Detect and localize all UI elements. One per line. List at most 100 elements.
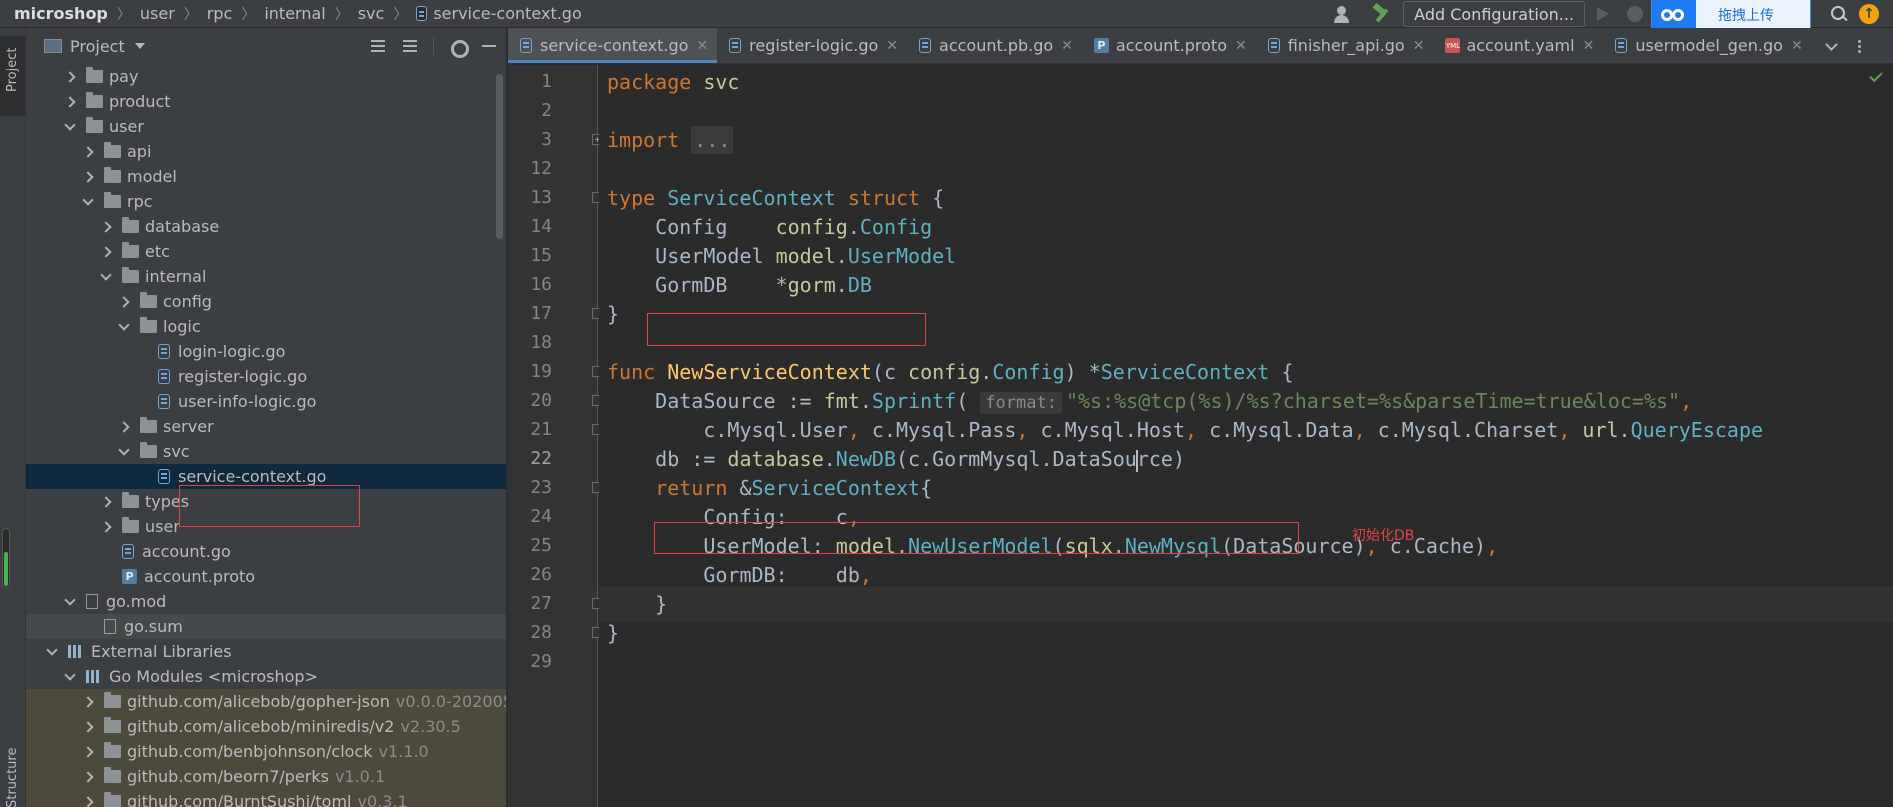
line-number[interactable]: 3 <box>508 129 552 150</box>
breadcrumb-item-file[interactable]: service-context.go <box>416 4 582 23</box>
tab[interactable]: account.pb.go ✕ <box>907 28 1082 63</box>
chevron-down-icon[interactable] <box>1825 37 1838 51</box>
chevron-right-icon[interactable] <box>100 496 112 508</box>
tree-item[interactable]: go.sum <box>26 614 506 639</box>
tree-item[interactable]: server <box>26 414 506 439</box>
tree-item[interactable]: rpc <box>26 189 506 214</box>
tab[interactable]: usermodel_gen.go ✕ <box>1603 28 1811 63</box>
line-number[interactable]: 22 <box>508 448 552 469</box>
hide-panel-icon[interactable] <box>480 37 498 55</box>
chevron-right-icon[interactable] <box>64 96 76 108</box>
chevron-down-icon[interactable] <box>118 321 130 333</box>
chevron-right-icon[interactable] <box>82 771 94 783</box>
line-number[interactable]: 12 <box>508 158 552 179</box>
user-icon[interactable] <box>1331 4 1359 24</box>
line-number[interactable]: 26 <box>508 564 552 585</box>
chevron-right-icon[interactable] <box>118 421 130 433</box>
tree-item[interactable]: internal <box>26 264 506 289</box>
project-panel-title[interactable]: Project <box>70 37 125 56</box>
chevron-down-icon[interactable] <box>64 671 76 683</box>
project-tool-button[interactable]: Project <box>0 36 26 116</box>
chevron-right-icon[interactable] <box>82 721 94 733</box>
line-number[interactable]: 15 <box>508 245 552 266</box>
close-icon[interactable]: ✕ <box>1235 38 1247 54</box>
tree-item[interactable]: api <box>26 139 506 164</box>
tree-item[interactable]: logic <box>26 314 506 339</box>
tab[interactable]: Paccount.proto ✕ <box>1082 28 1256 63</box>
chevron-right-icon[interactable] <box>100 221 112 233</box>
gear-icon[interactable] <box>448 37 469 58</box>
breadcrumb-item-rpc[interactable]: rpc <box>207 4 233 23</box>
chevron-right-icon[interactable] <box>64 71 76 83</box>
tree-item[interactable]: svc <box>26 439 506 464</box>
chevron-right-icon[interactable] <box>118 296 130 308</box>
tree-item[interactable]: login-logic.go <box>26 339 506 364</box>
tree-item[interactable]: account.go <box>26 539 506 564</box>
close-icon[interactable]: ✕ <box>886 38 898 54</box>
line-number[interactable]: 2 <box>508 100 552 121</box>
line-number[interactable]: 13 <box>508 187 552 208</box>
structure-tool-label[interactable]: Structure <box>5 748 20 807</box>
tree-scrollbar[interactable] <box>496 74 503 239</box>
tree-item[interactable]: github.com/alicebob/miniredis/v2 v2.30.5 <box>26 714 506 739</box>
close-icon[interactable]: ✕ <box>1583 38 1595 54</box>
breadcrumb-item-project[interactable]: microshop <box>14 4 108 23</box>
chevron-down-icon[interactable] <box>82 196 94 208</box>
chevron-right-icon[interactable] <box>82 171 94 183</box>
tree-item[interactable]: config <box>26 289 506 314</box>
tree-item[interactable]: pay <box>26 64 506 89</box>
line-number[interactable]: 23 <box>508 477 552 498</box>
close-icon[interactable]: ✕ <box>696 38 708 54</box>
tree-item[interactable]: user <box>26 514 506 539</box>
debug-icon[interactable] <box>1627 6 1643 22</box>
tab[interactable]: register-logic.go ✕ <box>717 28 907 63</box>
code-editor[interactable]: package svc import ... type ServiceConte… <box>599 65 1893 807</box>
line-number[interactable]: 21 <box>508 419 552 440</box>
chevron-down-icon[interactable] <box>46 646 58 658</box>
expand-all-icon[interactable] <box>369 37 387 55</box>
line-number[interactable]: 18 <box>508 332 552 353</box>
line-number[interactable]: 24 <box>508 506 552 527</box>
chevron-down-icon[interactable] <box>118 446 130 458</box>
tree-item[interactable]: External Libraries <box>26 639 506 664</box>
build-hammer-icon[interactable] <box>1371 4 1393 24</box>
tree-item[interactable]: Go Modules <microshop> <box>26 664 506 689</box>
chevron-right-icon[interactable] <box>82 746 94 758</box>
breadcrumb-item-user[interactable]: user <box>140 4 175 23</box>
tree-item[interactable]: etc <box>26 239 506 264</box>
tree-item[interactable]: Paccount.proto <box>26 564 506 589</box>
line-number[interactable]: 28 <box>508 622 552 643</box>
chevron-down-icon[interactable] <box>64 596 76 608</box>
line-number[interactable]: 27 <box>508 593 552 614</box>
add-configuration-button[interactable]: Add Configuration... <box>1403 1 1585 27</box>
tree-item[interactable]: github.com/BurntSushi/toml v0.3.1 <box>26 789 506 807</box>
tab[interactable]: YML account.yaml ✕ <box>1433 28 1603 63</box>
collapse-all-icon[interactable] <box>401 37 419 55</box>
tree-item[interactable]: database <box>26 214 506 239</box>
tree-item[interactable]: github.com/alicebob/gopher-json v0.0.0-20… <box>26 689 506 714</box>
chevron-down-icon[interactable] <box>134 43 145 49</box>
chevron-right-icon[interactable] <box>82 696 94 708</box>
tree-item[interactable]: user <box>26 114 506 139</box>
tree-item-selected[interactable]: service-context.go <box>26 464 506 489</box>
line-number[interactable]: 29 <box>508 651 552 672</box>
close-icon[interactable]: ✕ <box>1061 38 1073 54</box>
tab-active[interactable]: service-context.go ✕ <box>508 28 718 63</box>
chevron-right-icon[interactable] <box>82 146 94 158</box>
tree-item[interactable]: types <box>26 489 506 514</box>
tree-item[interactable]: user-info-logic.go <box>26 389 506 414</box>
line-number[interactable]: 25 <box>508 535 552 556</box>
more-vertical-icon[interactable] <box>1858 39 1861 43</box>
line-number[interactable]: 1 <box>508 71 552 92</box>
search-icon[interactable] <box>1829 4 1849 24</box>
line-number[interactable]: 16 <box>508 274 552 295</box>
chevron-right-icon[interactable] <box>100 521 112 533</box>
close-icon[interactable]: ✕ <box>1413 38 1425 54</box>
line-number[interactable]: 14 <box>508 216 552 237</box>
tree-item[interactable]: product <box>26 89 506 114</box>
tree-item[interactable]: github.com/benbjohnson/clock v1.1.0 <box>26 739 506 764</box>
breadcrumb-item-internal[interactable]: internal <box>264 4 325 23</box>
line-number[interactable]: 17 <box>508 303 552 324</box>
tree-item[interactable]: model <box>26 164 506 189</box>
line-number[interactable]: 19 <box>508 361 552 382</box>
